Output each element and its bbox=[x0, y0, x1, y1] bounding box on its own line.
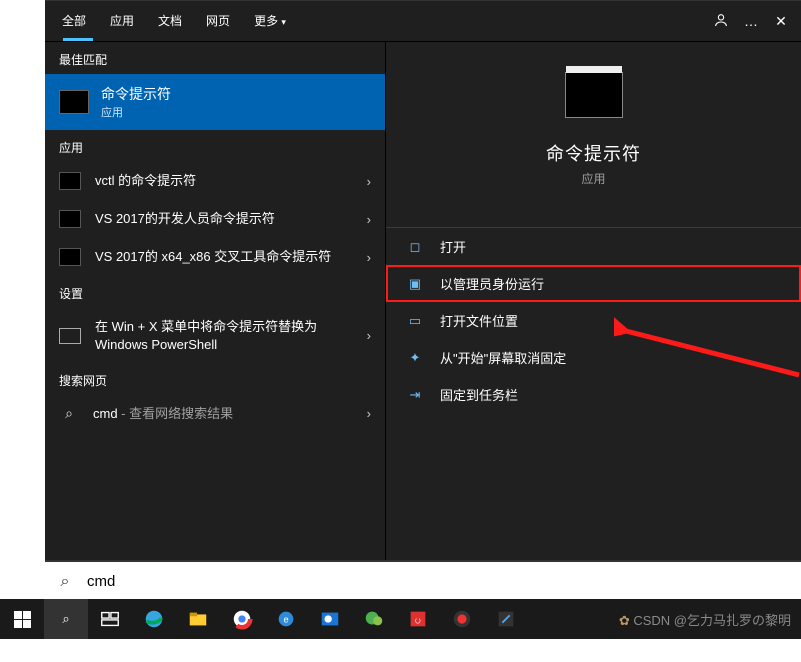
feedback-icon[interactable] bbox=[706, 12, 736, 31]
preview-app-icon bbox=[565, 72, 623, 118]
preview-subtitle: 应用 bbox=[581, 170, 605, 187]
best-match-title: 命令提示符 bbox=[101, 84, 171, 104]
app-item-label: vctl 的命令提示符 bbox=[95, 172, 361, 190]
chevron-right-icon: › bbox=[367, 250, 371, 265]
app-item-label: VS 2017的开发人员命令提示符 bbox=[95, 210, 361, 228]
app-item[interactable]: VS 2017的 x64_x86 交叉工具命令提示符 › bbox=[45, 238, 385, 276]
action-label: 打开 bbox=[440, 237, 466, 256]
chevron-right-icon: › bbox=[367, 174, 371, 189]
search-panel: 全部 应用 文档 网页 更多 ▾ … ✕ 最佳匹配 命令提示符 应用 应用 vc… bbox=[45, 0, 801, 561]
action-label: 打开文件位置 bbox=[440, 311, 518, 330]
best-match-item[interactable]: 命令提示符 应用 bbox=[45, 74, 385, 130]
taskbar-app2[interactable] bbox=[440, 599, 484, 639]
web-item[interactable]: ⌕ cmd - 查看网络搜索结果 › bbox=[45, 395, 385, 433]
pin-icon: ⇥ bbox=[406, 387, 424, 403]
search-input[interactable] bbox=[85, 566, 801, 598]
admin-icon: ▣ bbox=[406, 276, 424, 292]
taskbar-wechat[interactable] bbox=[352, 599, 396, 639]
tab-apps[interactable]: 应用 bbox=[98, 1, 146, 41]
action-label: 以管理员身份运行 bbox=[440, 274, 544, 293]
action-open-location[interactable]: ▭ 打开文件位置 bbox=[386, 302, 801, 339]
preview-title: 命令提示符 bbox=[546, 140, 641, 166]
setting-item-label: 在 Win + X 菜单中将命令提示符替换为 Windows PowerShel… bbox=[95, 318, 361, 353]
taskbar-app3[interactable] bbox=[484, 599, 528, 639]
open-icon: ◻ bbox=[406, 239, 424, 255]
preview-pane: 命令提示符 应用 ◻ 打开 ▣ 以管理员身份运行 ▭ 打开文件位置 ✦ bbox=[386, 42, 801, 562]
app-item[interactable]: VS 2017的开发人员命令提示符 › bbox=[45, 200, 385, 238]
watermark: ✿ CSDN @乞力马扎罗の黎明 bbox=[619, 610, 801, 629]
web-item-label: cmd - 查看网络搜索结果 bbox=[93, 405, 361, 423]
section-settings: 设置 bbox=[45, 276, 385, 308]
cmd-icon bbox=[59, 210, 81, 228]
tab-web[interactable]: 网页 bbox=[194, 1, 242, 41]
action-run-as-admin[interactable]: ▣ 以管理员身份运行 bbox=[386, 265, 801, 302]
tab-docs[interactable]: 文档 bbox=[146, 1, 194, 41]
tab-more[interactable]: 更多 ▾ bbox=[242, 1, 298, 41]
section-best: 最佳匹配 bbox=[45, 42, 385, 74]
action-label: 从"开始"屏幕取消固定 bbox=[440, 348, 566, 367]
search-icon: ⌕ bbox=[59, 405, 79, 422]
folder-icon: ▭ bbox=[406, 313, 424, 329]
cmd-icon bbox=[59, 172, 81, 190]
taskbar-search[interactable]: ⌕ bbox=[44, 599, 88, 639]
search-tabs: 全部 应用 文档 网页 更多 ▾ … ✕ bbox=[45, 1, 801, 42]
search-bar[interactable]: ⌕ bbox=[45, 560, 801, 601]
taskbar-explorer[interactable] bbox=[176, 599, 220, 639]
chevron-right-icon: › bbox=[367, 406, 371, 421]
tab-all[interactable]: 全部 bbox=[50, 1, 98, 41]
taskbar: ⌕ e ပ ✿ CSDN @乞力马扎罗の黎明 bbox=[0, 599, 801, 639]
app-item[interactable]: vctl 的命令提示符 › bbox=[45, 162, 385, 200]
action-open[interactable]: ◻ 打开 bbox=[386, 228, 801, 265]
more-menu-icon[interactable]: … bbox=[736, 13, 766, 29]
setting-item[interactable]: 在 Win + X 菜单中将命令提示符替换为 Windows PowerShel… bbox=[45, 308, 385, 363]
task-view[interactable] bbox=[88, 599, 132, 639]
taskbar-ie[interactable]: e bbox=[264, 599, 308, 639]
chevron-right-icon: › bbox=[367, 328, 371, 343]
unpin-icon: ✦ bbox=[406, 350, 424, 366]
results-list: 最佳匹配 命令提示符 应用 应用 vctl 的命令提示符 › VS 2017的开… bbox=[45, 42, 386, 562]
action-label: 固定到任务栏 bbox=[440, 385, 518, 404]
taskbar-chrome[interactable] bbox=[220, 599, 264, 639]
chevron-right-icon: › bbox=[367, 212, 371, 227]
action-pin-taskbar[interactable]: ⇥ 固定到任务栏 bbox=[386, 376, 801, 413]
start-button[interactable] bbox=[0, 599, 44, 639]
svg-text:ပ: ပ bbox=[415, 615, 421, 627]
best-match-subtitle: 应用 bbox=[101, 104, 171, 120]
taskbar-outlook[interactable] bbox=[308, 599, 352, 639]
section-apps: 应用 bbox=[45, 130, 385, 162]
action-list: ◻ 打开 ▣ 以管理员身份运行 ▭ 打开文件位置 ✦ 从"开始"屏幕取消固定 ⇥ bbox=[386, 227, 801, 413]
close-icon[interactable]: ✕ bbox=[766, 13, 796, 30]
monitor-icon bbox=[59, 328, 81, 344]
section-web: 搜索网页 bbox=[45, 363, 385, 395]
cmd-icon bbox=[59, 248, 81, 266]
cmd-icon bbox=[59, 90, 89, 114]
action-unpin-start[interactable]: ✦ 从"开始"屏幕取消固定 bbox=[386, 339, 801, 376]
search-icon: ⌕ bbox=[45, 573, 85, 591]
app-item-label: VS 2017的 x64_x86 交叉工具命令提示符 bbox=[95, 248, 361, 266]
taskbar-edge[interactable] bbox=[132, 599, 176, 639]
svg-text:e: e bbox=[283, 615, 288, 625]
taskbar-app1[interactable]: ပ bbox=[396, 599, 440, 639]
